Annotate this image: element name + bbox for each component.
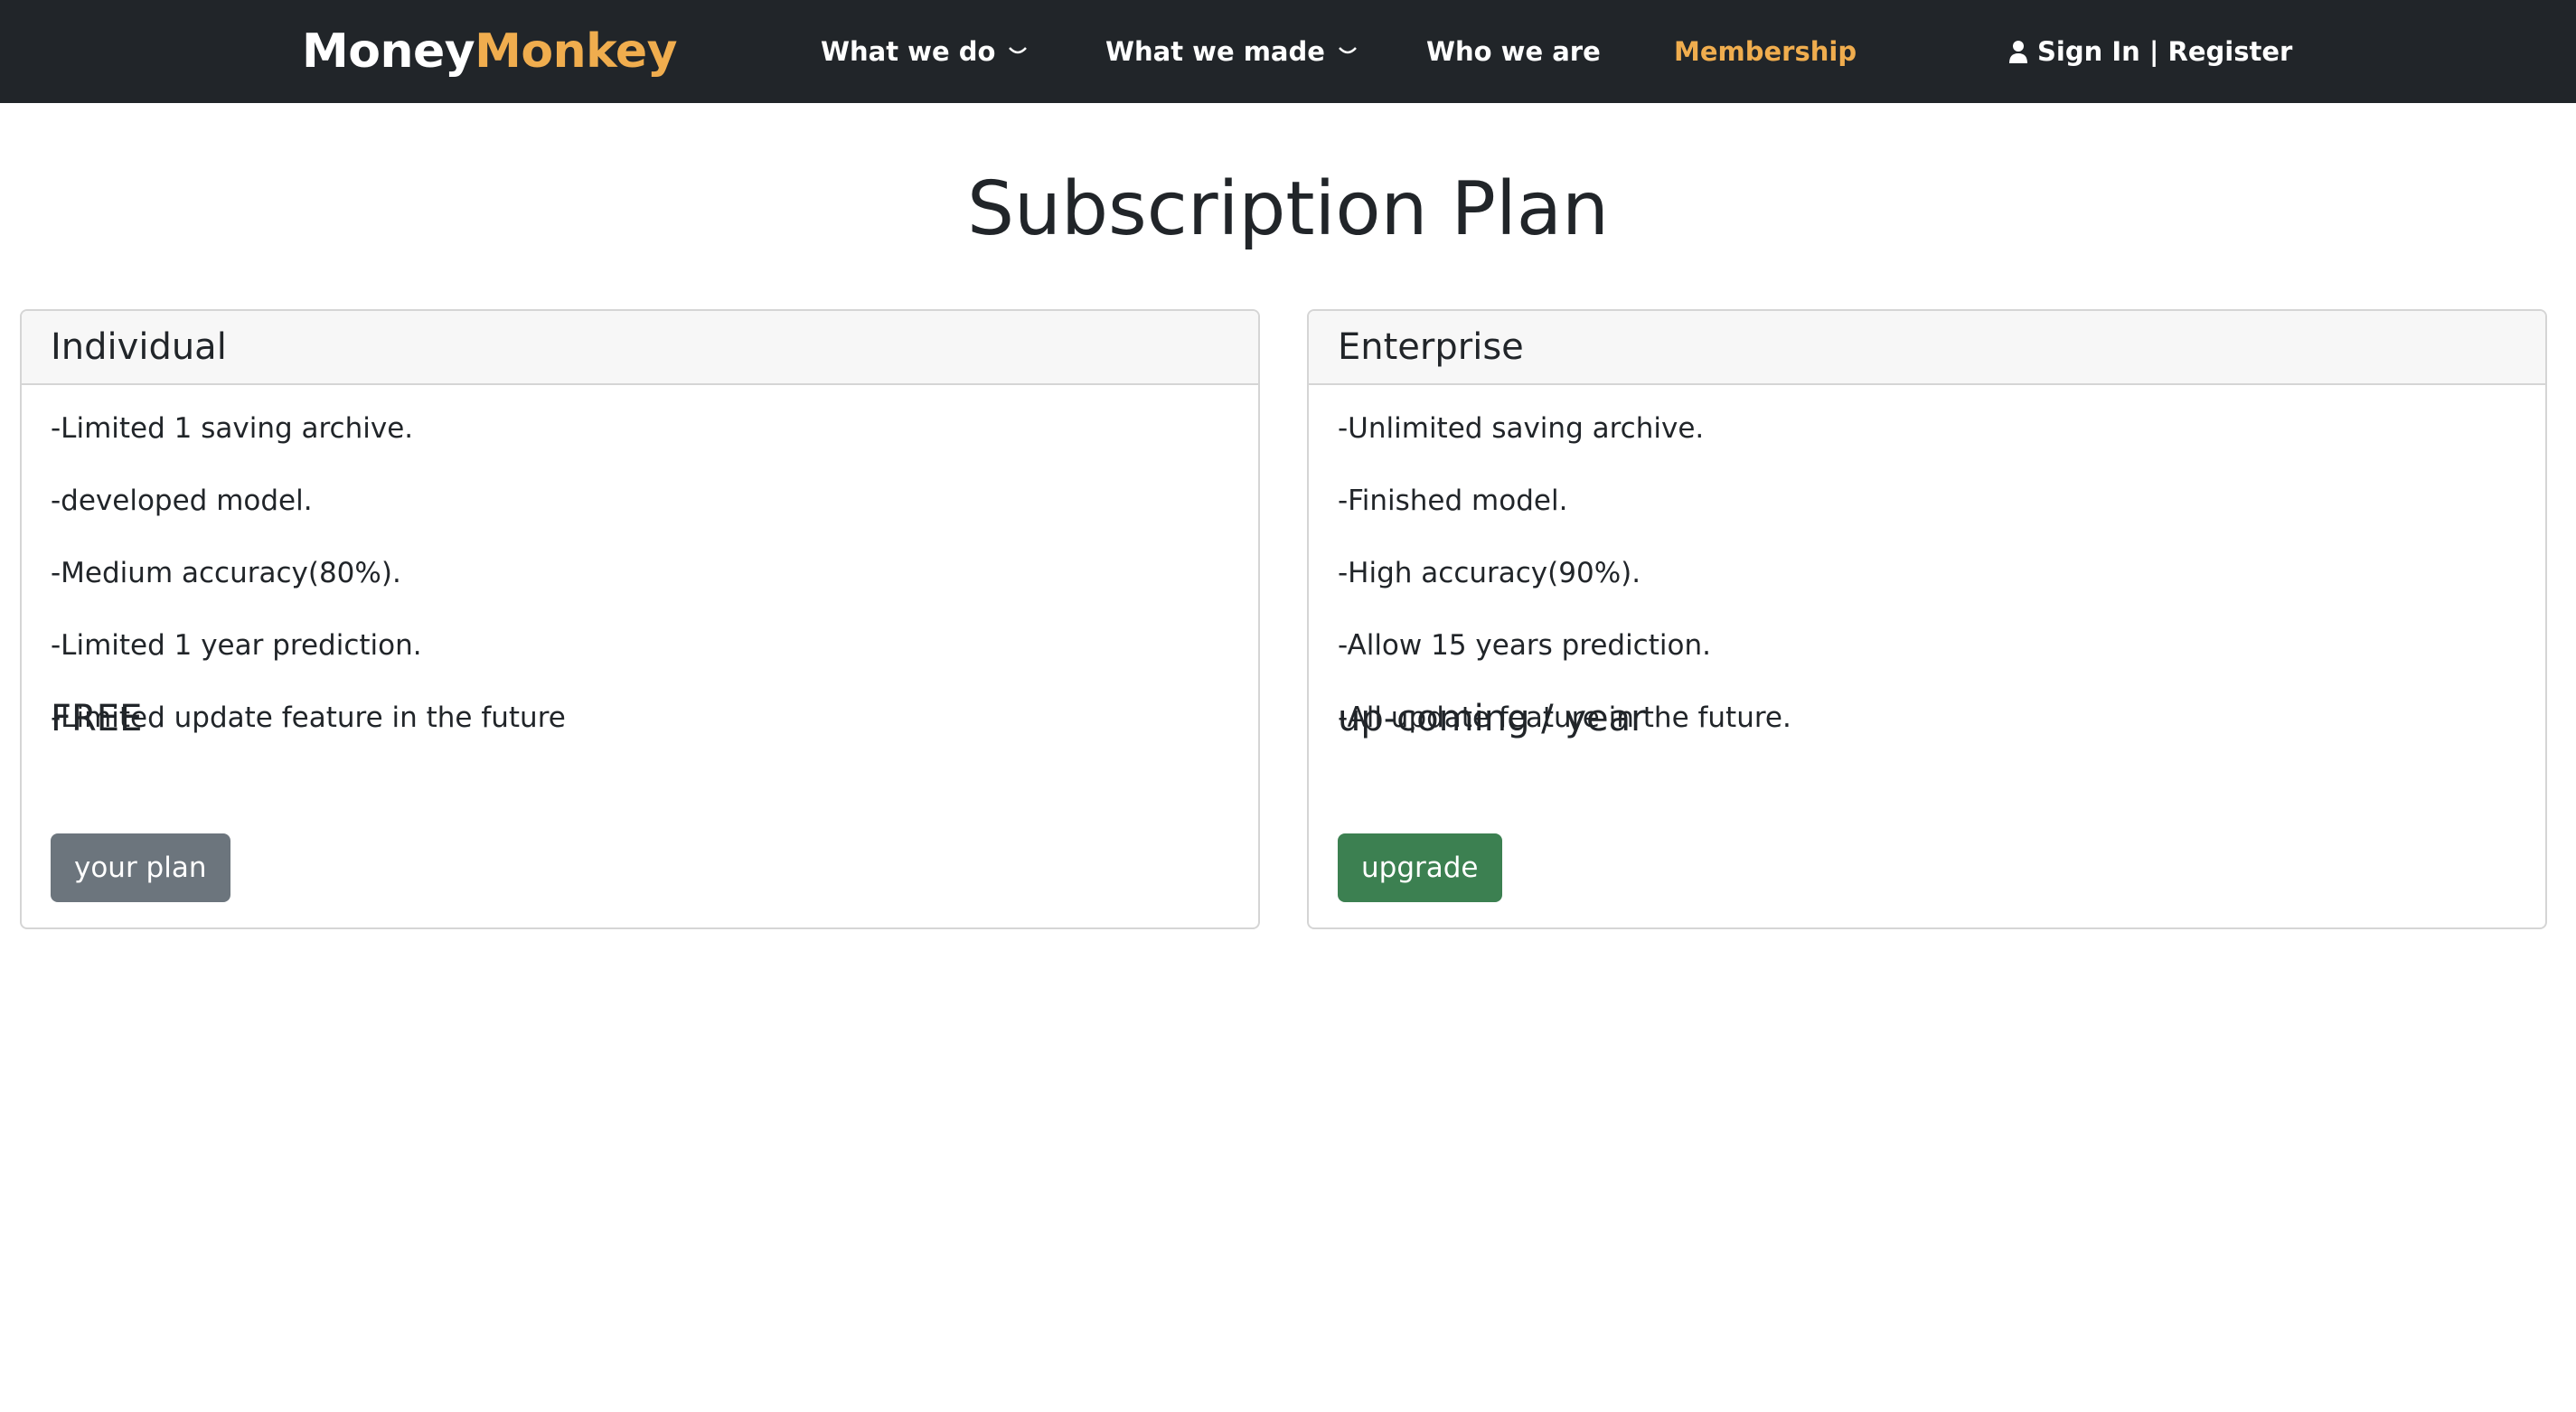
plan-feature: -Unlimited saving archive. [1338,412,1705,445]
nav-what-we-do-label: What we do [821,36,996,67]
plan-feature: -Medium accuracy(80%). [51,557,401,589]
plan-feature: -developed model. [51,485,313,517]
plan-card-enterprise: Enterprise -Unlimited saving archive. -F… [1307,309,2547,929]
nav-who-we-are[interactable]: Who we are [1426,36,1601,67]
nav-what-we-made-label: What we made [1105,36,1325,67]
plan-card-header: Individual [22,311,1258,385]
plan-feature: -Limited 1 saving archive. [51,412,414,445]
nav-what-we-do[interactable]: What we do [821,36,1028,67]
page-title: Subscription Plan [966,166,1609,252]
plan-feature: -Allow 15 years prediction. [1338,629,1711,662]
user-icon [2009,41,2027,63]
sign-in-register-label: Sign In | Register [2037,36,2293,67]
chevron-down-icon [1339,47,1357,54]
plan-feature: -Limited 1 year prediction. [51,629,422,662]
nav-what-we-made[interactable]: What we made [1105,36,1358,67]
brand-logo[interactable]: MoneyMonkey [302,24,677,79]
top-navbar: MoneyMonkey What we do What we made Who … [0,0,2576,103]
brand-name-money: Money [302,24,475,79]
plan-price: up-coming / year [1338,698,1646,739]
plan-card-individual: Individual -Limited 1 saving archive. -d… [20,309,1260,929]
nav-who-we-are-label: Who we are [1426,36,1601,67]
plan-feature: -High accuracy(90%). [1338,557,1641,589]
plan-name: Individual [51,326,227,368]
plan-card-header: Enterprise [1309,311,2545,385]
nav-membership[interactable]: Membership [1674,36,1857,67]
brand-name-monkey: Monkey [475,24,677,79]
your-plan-button[interactable]: your plan [51,833,230,902]
chevron-down-icon [1009,47,1028,54]
upgrade-button[interactable]: upgrade [1338,833,1502,902]
nav-membership-label: Membership [1674,36,1857,67]
plan-name: Enterprise [1338,326,1524,368]
sign-in-register-link[interactable]: Sign In | Register [2008,36,2292,67]
plan-price: FREE [51,698,143,739]
plan-feature: -Finished model. [1338,485,1568,517]
